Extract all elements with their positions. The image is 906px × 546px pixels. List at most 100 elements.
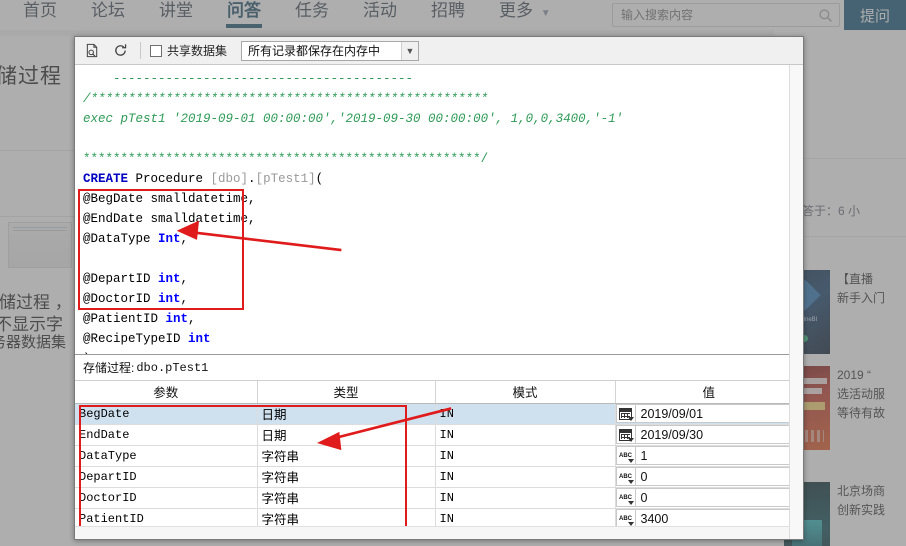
- column-header-mode[interactable]: 模式: [435, 381, 616, 404]
- table-row[interactable]: DoctorID 字符串 IN ABC 0: [75, 487, 803, 509]
- site-navbar: 首页 论坛 讲堂 问答 任务 活动 招聘 更多 ▼ 提问: [0, 0, 906, 30]
- table-row[interactable]: EndDate 日期 IN 2019/09/30 ▼: [75, 424, 803, 446]
- value-input[interactable]: 0: [635, 488, 803, 507]
- parameters-grid: 参数 类型 模式 值 BegDate 日期 IN 2019/09/01 EndD…: [75, 381, 803, 539]
- cell-param-type: 日期: [257, 424, 436, 446]
- abc-icon[interactable]: ABC: [615, 446, 636, 465]
- nav-item-qa[interactable]: 问答: [210, 0, 278, 28]
- dialog-vertical-scrollbar[interactable]: [789, 65, 803, 539]
- promo-card-3-line2: 创新实践: [837, 503, 886, 517]
- cell-param-mode: IN: [435, 487, 616, 509]
- value-input[interactable]: 0: [635, 467, 803, 486]
- column-header-type[interactable]: 类型: [257, 381, 436, 404]
- dataset-editor-dialog: 共享数据集 所有记录都保存在内存中 ▼ --------------------…: [74, 36, 804, 540]
- cell-param-name: DoctorID: [75, 487, 258, 509]
- table-row[interactable]: DepartID 字符串 IN ABC 0: [75, 466, 803, 488]
- promo-card-2-text: 2019 “ 选活动服 等待有故: [830, 366, 906, 450]
- value-input[interactable]: 2019/09/01 ▼: [635, 404, 803, 423]
- cell-param-value[interactable]: 2019/09/30 ▼: [615, 424, 803, 446]
- value-input[interactable]: 1: [635, 446, 803, 465]
- search-icon: [819, 8, 833, 22]
- nav-item-task[interactable]: 任务: [278, 0, 346, 22]
- sql-line-datatype: @DataType Int,: [83, 232, 189, 246]
- sql-line-comment-open: /***************************************…: [83, 92, 489, 106]
- cell-param-type: 字符串: [257, 487, 436, 509]
- sql-line-dash: ----------------------------------------: [83, 72, 414, 86]
- table-header-row: 参数 类型 模式 值: [75, 381, 803, 404]
- nav-item-home[interactable]: 首页: [6, 0, 74, 22]
- promo-card-1-line2: 新手入门: [837, 291, 886, 305]
- cell-param-name: BegDate: [75, 403, 258, 425]
- promo-card-1-line1: 【直播: [837, 272, 874, 286]
- storage-mode-select[interactable]: 所有记录都保存在内存中 ▼: [241, 40, 420, 61]
- cell-param-mode: IN: [435, 424, 616, 446]
- cell-param-type: 字符串: [257, 445, 436, 467]
- column-header-value[interactable]: 值: [615, 381, 803, 404]
- value-text: 1: [640, 448, 648, 463]
- site-search-box[interactable]: [612, 3, 840, 27]
- navbar-items: 首页 论坛 讲堂 问答 任务 活动 招聘 更多 ▼: [6, 0, 568, 30]
- sql-editor[interactable]: ----------------------------------------…: [75, 65, 789, 354]
- ask-question-button[interactable]: 提问: [844, 0, 906, 30]
- stored-procedure-name: dbo.pTest1: [136, 360, 209, 375]
- parameters-table-body: BegDate 日期 IN 2019/09/01 ▼: [75, 403, 803, 539]
- cell-param-value[interactable]: ABC 0: [615, 466, 803, 488]
- background-left-thumbnail: [8, 222, 72, 268]
- value-text: 2019/09/30: [640, 427, 704, 442]
- nav-item-lecture[interactable]: 讲堂: [142, 0, 210, 22]
- sql-line-create: CREATE Procedure [dbo].[pTest1](: [83, 172, 324, 186]
- calendar-icon[interactable]: [615, 404, 636, 423]
- preview-icon[interactable]: [81, 41, 103, 61]
- sql-line-patientid: @PatientID int,: [83, 312, 196, 326]
- toolbar-separator: [140, 42, 141, 59]
- nav-item-jobs[interactable]: 招聘: [414, 0, 482, 22]
- cell-param-value[interactable]: 2019/09/01 ▼: [615, 403, 803, 425]
- screen: 数 最后回答于：6 小 上手FineBI 【直播 新手入门 2019 “: [0, 0, 906, 546]
- sql-line-doctorid: @DoctorID int,: [83, 292, 189, 306]
- promo-card-2-line3: 等待有故: [837, 406, 886, 420]
- promo-card-2-line2: 选活动服: [837, 387, 886, 401]
- cell-param-mode: IN: [435, 445, 616, 467]
- chevron-down-icon: ▼: [540, 8, 551, 19]
- value-text: 2019/09/01: [640, 406, 704, 421]
- promo-card-3-line1: 北京场商: [837, 484, 886, 498]
- value-input[interactable]: 2019/09/30 ▼: [635, 425, 803, 444]
- nav-item-more-label: 更多: [499, 1, 533, 20]
- sql-line-close-paren: ): [83, 352, 91, 354]
- storage-mode-value: 所有记录都保存在内存中: [248, 44, 381, 58]
- cell-param-type: 字符串: [257, 466, 436, 488]
- promo-card-3-text: 北京场商 创新实践: [830, 482, 906, 546]
- promo-card-1-text: 【直播 新手入门: [830, 270, 906, 354]
- shared-dataset-checkbox[interactable]: 共享数据集: [150, 42, 227, 59]
- background-left-note-3: 服务器数据集: [0, 334, 67, 351]
- abc-icon[interactable]: ABC: [615, 488, 636, 507]
- cell-param-value[interactable]: ABC 1: [615, 445, 803, 467]
- sql-line-exec: exec pTest1 '2019-09-01 00:00:00','2019-…: [83, 112, 624, 126]
- search-input[interactable]: [619, 7, 818, 23]
- chevron-down-icon[interactable]: ▼: [401, 41, 419, 60]
- column-header-parameter[interactable]: 参数: [75, 381, 258, 404]
- promo-card-2-line1: 2019 “: [837, 368, 872, 382]
- nav-item-more[interactable]: 更多 ▼: [482, 0, 568, 25]
- nav-item-forum[interactable]: 论坛: [74, 0, 142, 22]
- cell-param-name: DepartID: [75, 466, 258, 488]
- cell-param-mode: IN: [435, 403, 616, 425]
- cell-param-value[interactable]: ABC 0: [615, 487, 803, 509]
- cell-param-name: DataType: [75, 445, 258, 467]
- cell-param-name: EndDate: [75, 424, 258, 446]
- background-left-title: 存储过程: [0, 65, 62, 88]
- value-text: 0: [640, 490, 648, 505]
- calendar-icon[interactable]: [615, 425, 636, 444]
- sql-line-comment-close: ****************************************…: [83, 152, 489, 166]
- grid-horizontal-scrollbar[interactable]: [75, 526, 803, 539]
- shared-dataset-label: 共享数据集: [167, 44, 228, 58]
- sql-line-recipetypeid: @RecipeTypeID int: [83, 332, 211, 346]
- nav-item-activity[interactable]: 活动: [346, 0, 414, 22]
- abc-icon[interactable]: ABC: [615, 467, 636, 486]
- parameters-table: 参数 类型 模式 值 BegDate 日期 IN 2019/09/01 EndD…: [75, 381, 803, 539]
- table-row[interactable]: DataType 字符串 IN ABC 1: [75, 445, 803, 467]
- dialog-toolbar: 共享数据集 所有记录都保存在内存中 ▼: [75, 37, 803, 65]
- sql-line-departid: @DepartID int,: [83, 272, 189, 286]
- table-row[interactable]: BegDate 日期 IN 2019/09/01 ▼: [75, 403, 803, 425]
- refresh-icon[interactable]: [109, 41, 131, 61]
